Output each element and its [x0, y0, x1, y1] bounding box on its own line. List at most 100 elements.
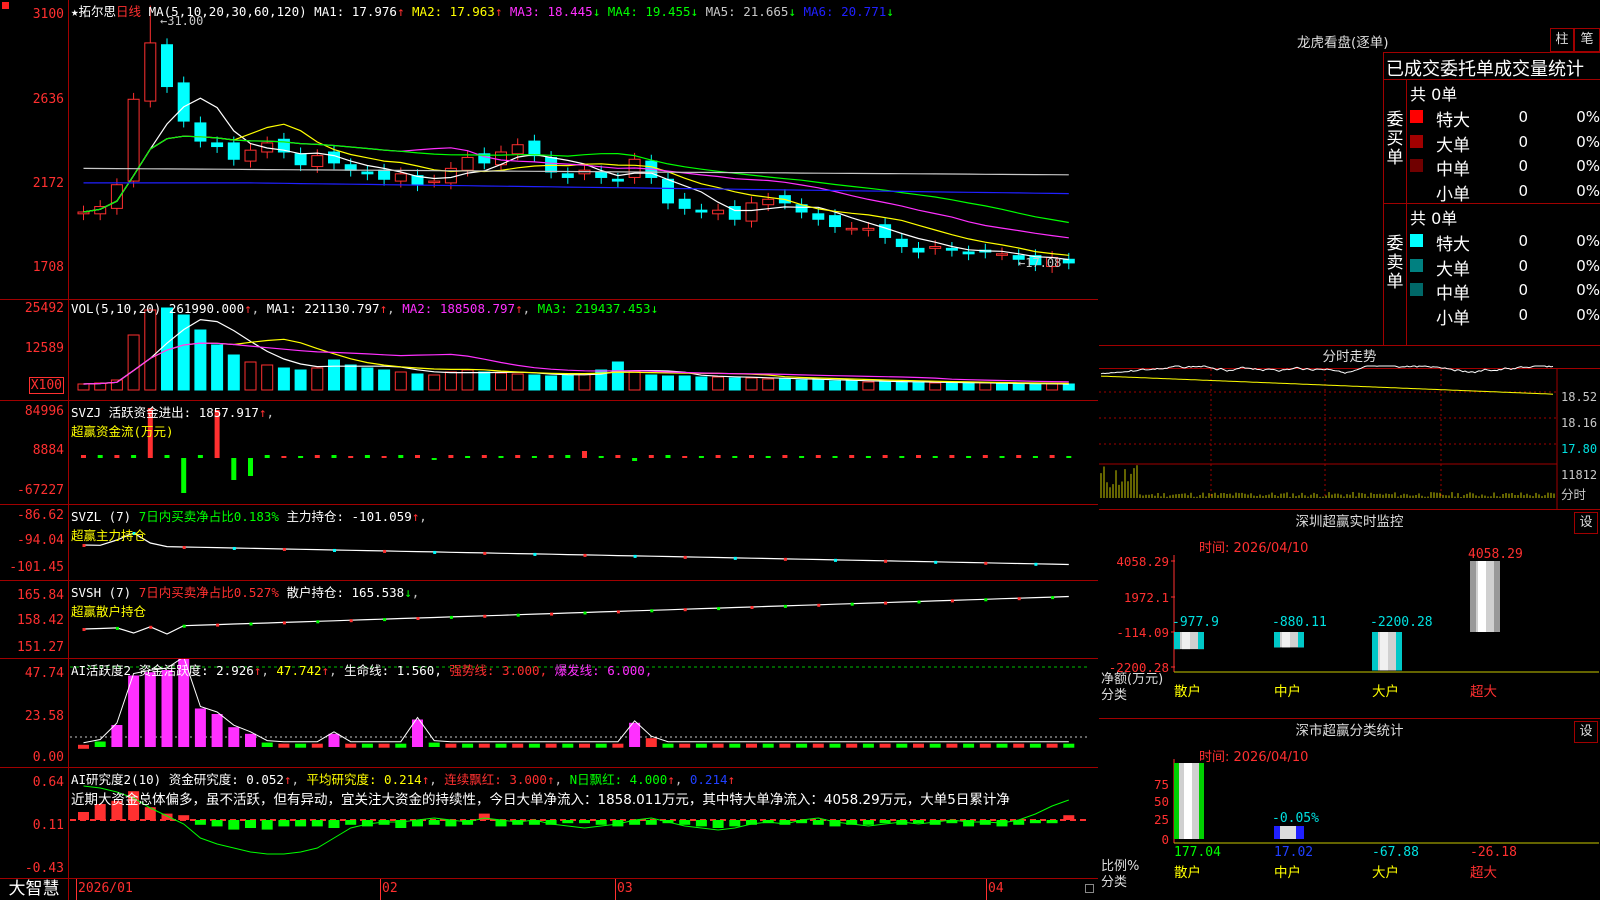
- intraday-tag[interactable]: 分时: [1561, 484, 1586, 503]
- flow-bar: [331, 455, 337, 458]
- svsh-pane[interactable]: 165.84 158.42 151.27 SVSH (7) 7日内买卖净占比0.…: [0, 581, 1098, 659]
- monitor-bar-chart[interactable]: 4058.29 1972.1 -114.09 -2200.28 -977.9 散户 -880…: [1099, 510, 1600, 718]
- order-row: 特大 0 0%: [1410, 229, 1600, 255]
- intraday-price: 17.80: [1561, 442, 1598, 456]
- research-bar: [729, 820, 741, 827]
- ma-legend-5: MA5: 21.665↓: [706, 4, 796, 19]
- research-bar: [645, 820, 657, 825]
- period-label[interactable]: 日线: [116, 4, 141, 19]
- ai-activity-pane[interactable]: 47.74 23.58 0.00 AI活跃度2 资金活跃度: 2.926↑, 4…: [0, 659, 1098, 768]
- flow-bar: [348, 456, 354, 458]
- volume-bar: [979, 382, 992, 391]
- order-stats-title: 已成交委托单成交量统计: [1386, 59, 1584, 80]
- svzl-title: SVZL (7) 7日内买卖净占比0.183% 主力持仓: -101.059↑,…: [71, 509, 427, 543]
- activity-bar: [462, 743, 474, 748]
- classify-bar-chart[interactable]: 75 50 25 0 -0.05% 177.04 散户 17.02 中户 -67.88 大户 -26.…: [1099, 719, 1600, 900]
- classify-mid-label: -0.05%: [1272, 811, 1319, 826]
- flow-bar: [281, 456, 287, 458]
- candle: [862, 227, 875, 231]
- order-percent: 0%: [1576, 281, 1600, 299]
- holding-dot: [282, 547, 286, 551]
- ai-research-title: AI研究度2(10) 资金研究度: 0.052↑, 平均研究度: 0.214↑,…: [71, 772, 736, 787]
- candle: [77, 211, 90, 215]
- holding-dot: [717, 607, 721, 611]
- volume-bar: [862, 381, 875, 391]
- favorite-star-icon[interactable]: ★: [71, 4, 79, 19]
- intraday-panel[interactable]: 分时走势 18.52 18.16 17.80 11812 分时: [1099, 346, 1600, 510]
- volume-bar: [361, 367, 374, 391]
- candle: [378, 169, 391, 180]
- order-type: 特大: [1436, 235, 1470, 255]
- volume-bar: [77, 383, 90, 391]
- order-percent: 0%: [1576, 232, 1600, 250]
- dragon-tiger-panel: 龙虎看盘(逐单) 柱 笔 已成交委托单成交量统计 委买单 委卖单 共 0单 共 …: [1099, 0, 1600, 346]
- chart-area[interactable]: 3100 2636 2172 1708 ★拓尔思日线 MA(5,10,20,30…: [0, 0, 1098, 900]
- order-count: 0: [1518, 256, 1528, 275]
- volume-bar: [194, 329, 207, 391]
- date-label: 03: [617, 881, 633, 896]
- monitor-value-label: -977.9: [1172, 615, 1219, 630]
- svzl-pane[interactable]: -86.62 -94.04 -101.45 SVZL (7) 7日内买卖净占比0…: [0, 505, 1098, 581]
- volume-pane[interactable]: 25492 12589 X100 VOL(5,10,20) 261990.000…: [0, 300, 1098, 401]
- activity-bar: [211, 714, 223, 747]
- lock-icon[interactable]: [1085, 884, 1094, 893]
- volume-bar: [1046, 383, 1059, 391]
- flow-bar: [982, 455, 988, 458]
- volume-bar: [1029, 383, 1042, 391]
- svsh-title: SVSH (7) 7日内买卖净占比0.527% 散户持仓: 165.538↓, …: [71, 585, 420, 619]
- monitor-bar-highlight: [1182, 632, 1190, 650]
- candlestick-chart[interactable]: [0, 0, 1098, 299]
- ma-legend-trend: ↑: [494, 4, 503, 19]
- order-percent: 0%: [1576, 256, 1600, 275]
- ai-research-pane[interactable]: 0.64 0.11 -0.43 AI研究度2(10) 资金研究度: 0.052↑…: [0, 768, 1098, 879]
- candle: [394, 173, 407, 182]
- ai-research-label: AI研究度2(10): [71, 772, 162, 787]
- activity-bar: [996, 743, 1008, 748]
- order-count: 0: [1518, 281, 1528, 299]
- activity-bar: [695, 743, 707, 748]
- activity-bar: [879, 743, 891, 748]
- flow-bar: [832, 456, 838, 458]
- svzj-pane[interactable]: 84996 8884 -67227 SVZJ 活跃资金进出: 1857.917↑…: [0, 401, 1098, 505]
- flow-bar: [565, 455, 571, 458]
- monitor-axis-tick: 4058.29: [1116, 554, 1169, 569]
- candle: [244, 149, 257, 162]
- candle: [511, 144, 524, 155]
- flow-bar: [181, 458, 187, 493]
- monitor-bar-edge: [1174, 632, 1180, 650]
- price-pane[interactable]: 3100 2636 2172 1708 ★拓尔思日线 MA(5,10,20,30…: [0, 0, 1098, 300]
- candle: [1062, 258, 1075, 264]
- classify-category-label: 大户: [1372, 864, 1399, 881]
- holding-dot: [1017, 597, 1021, 601]
- activity-bar: [562, 743, 574, 748]
- research-bar: [245, 820, 256, 828]
- tick-mode-button[interactable]: 笔: [1574, 28, 1600, 52]
- classify-category-label: 中户: [1274, 864, 1301, 881]
- activity-bar: [612, 743, 624, 748]
- flow-bar: [849, 455, 855, 458]
- activity-bar: [245, 733, 256, 747]
- svzj-desc: 活跃资金进出: 1857.917: [108, 405, 259, 420]
- candle: [227, 142, 240, 160]
- research-bar: [1029, 820, 1041, 824]
- activity-bar: [328, 733, 340, 747]
- activity-bar: [261, 742, 273, 747]
- activity-bar: [512, 743, 524, 748]
- research-bar: [862, 820, 874, 825]
- activity-bar: [144, 672, 156, 747]
- candle: [745, 202, 758, 222]
- activity-bar: [796, 743, 808, 748]
- research-bar: [562, 820, 574, 824]
- holding-dot: [449, 615, 453, 619]
- volume-bar: [795, 379, 808, 391]
- classify-bar-highlight: [1184, 763, 1192, 839]
- svzl-label: SVZL (7): [71, 509, 132, 524]
- research-bar: [194, 820, 206, 825]
- intraday-chart[interactable]: [1099, 346, 1600, 509]
- flow-bar: [698, 456, 704, 458]
- bar-mode-button[interactable]: 柱: [1550, 28, 1574, 52]
- flow-bar: [1016, 455, 1022, 458]
- ai-activity-v1: 资金活跃度: 2.926: [138, 663, 254, 678]
- ma-legend-label: MA5:: [705, 4, 736, 19]
- volume-bar: [545, 375, 558, 391]
